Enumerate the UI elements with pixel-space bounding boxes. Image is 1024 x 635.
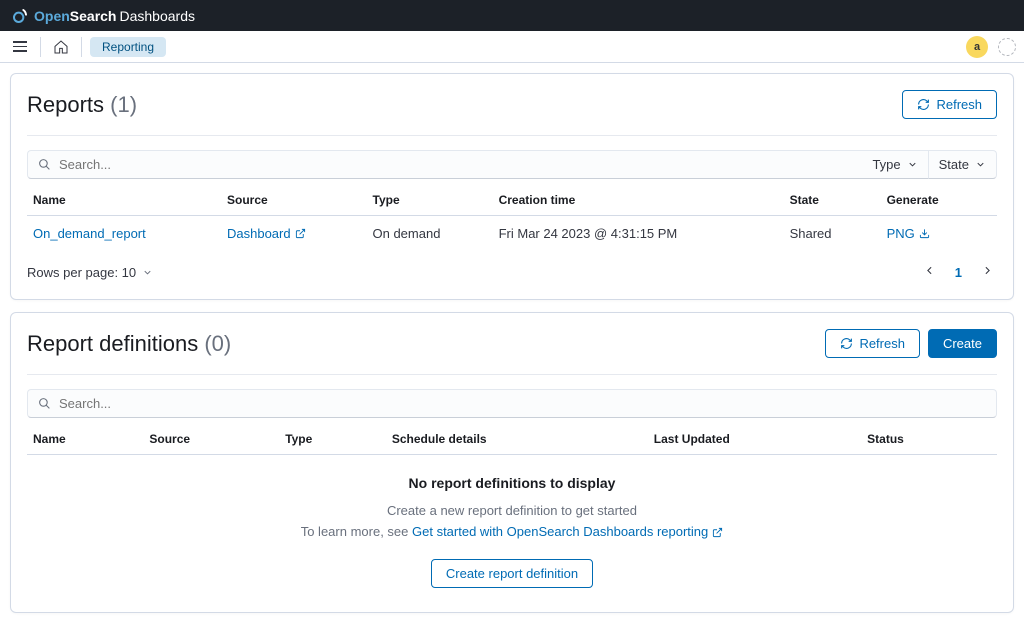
menu-toggle-button[interactable] <box>8 35 32 59</box>
col-name[interactable]: Name <box>27 424 143 455</box>
report-source-link[interactable]: Dashboard <box>227 226 306 241</box>
prev-page-button[interactable] <box>920 261 939 283</box>
refresh-icon <box>840 337 853 350</box>
definitions-search-input[interactable] <box>59 396 986 411</box>
col-schedule[interactable]: Schedule details <box>386 424 648 455</box>
generate-link[interactable]: PNG <box>887 226 930 241</box>
brand-logo[interactable]: OpenSearchDashboards <box>12 8 195 24</box>
col-name[interactable]: Name <box>27 185 221 216</box>
brand-text: OpenSearchDashboards <box>34 8 195 24</box>
col-source[interactable]: Source <box>143 424 279 455</box>
chevron-down-icon <box>975 159 986 170</box>
cell-type: On demand <box>367 216 493 252</box>
cell-creation: Fri Mar 24 2023 @ 4:31:15 PM <box>493 216 784 252</box>
rows-per-page-dropdown[interactable]: Rows per page: 10 <box>27 265 153 280</box>
avatar[interactable]: a <box>966 36 988 58</box>
top-brand-bar: OpenSearchDashboards <box>0 0 1024 31</box>
definitions-search-box[interactable] <box>27 389 997 418</box>
chevron-down-icon <box>142 267 153 278</box>
search-icon <box>38 158 51 171</box>
reports-panel: Reports (1) Refresh Type <box>10 73 1014 300</box>
chevron-left-icon <box>923 264 936 277</box>
divider <box>81 37 82 57</box>
home-button[interactable] <box>49 35 73 59</box>
refresh-icon <box>917 98 930 111</box>
col-state[interactable]: State <box>784 185 881 216</box>
empty-create-button[interactable]: Create report definition <box>431 559 593 588</box>
reports-title: Reports (1) <box>27 92 137 118</box>
home-icon <box>53 39 69 55</box>
col-generate[interactable]: Generate <box>881 185 997 216</box>
col-source[interactable]: Source <box>221 185 367 216</box>
breadcrumb[interactable]: Reporting <box>90 37 166 57</box>
table-row[interactable]: On_demand_report Dashboard On demand Fri… <box>27 216 997 252</box>
reports-refresh-button[interactable]: Refresh <box>902 90 997 119</box>
reports-search-box[interactable] <box>27 150 862 179</box>
create-definition-button[interactable]: Create <box>928 329 997 358</box>
divider <box>40 37 41 57</box>
reports-search-input[interactable] <box>59 157 852 172</box>
hamburger-icon <box>13 41 27 52</box>
opensearch-logo-icon <box>12 8 28 24</box>
filter-type-dropdown[interactable]: Type <box>862 150 928 179</box>
docs-link[interactable]: Get started with OpenSearch Dashboards r… <box>412 522 723 543</box>
chevron-right-icon <box>981 264 994 277</box>
search-icon <box>38 397 51 410</box>
page-content: Reports (1) Refresh Type <box>0 63 1024 635</box>
next-page-button[interactable] <box>978 261 997 283</box>
empty-title: No report definitions to display <box>27 475 997 491</box>
cell-state: Shared <box>784 216 881 252</box>
empty-state: No report definitions to display Create … <box>27 455 997 596</box>
col-status[interactable]: Status <box>861 424 997 455</box>
definitions-table: Name Source Type Schedule details Last U… <box>27 424 997 455</box>
report-name-link[interactable]: On_demand_report <box>33 226 146 241</box>
filter-state-dropdown[interactable]: State <box>929 150 997 179</box>
pagination: 1 <box>920 261 997 283</box>
col-type[interactable]: Type <box>279 424 386 455</box>
empty-subtext: Create a new report definition to get st… <box>27 501 997 543</box>
page-number[interactable]: 1 <box>949 262 968 283</box>
col-creation[interactable]: Creation time <box>493 185 784 216</box>
download-icon <box>919 228 930 239</box>
definitions-panel: Report definitions (0) Refresh Create <box>10 312 1014 613</box>
col-type[interactable]: Type <box>367 185 493 216</box>
col-updated[interactable]: Last Updated <box>648 424 861 455</box>
external-link-icon <box>295 228 306 239</box>
external-link-icon <box>712 527 723 538</box>
chevron-down-icon <box>907 159 918 170</box>
definitions-refresh-button[interactable]: Refresh <box>825 329 920 358</box>
header-nav: Reporting a <box>0 31 1024 63</box>
definitions-title: Report definitions (0) <box>27 331 231 357</box>
help-icon[interactable] <box>998 38 1016 56</box>
reports-table: Name Source Type Creation time State Gen… <box>27 185 997 251</box>
